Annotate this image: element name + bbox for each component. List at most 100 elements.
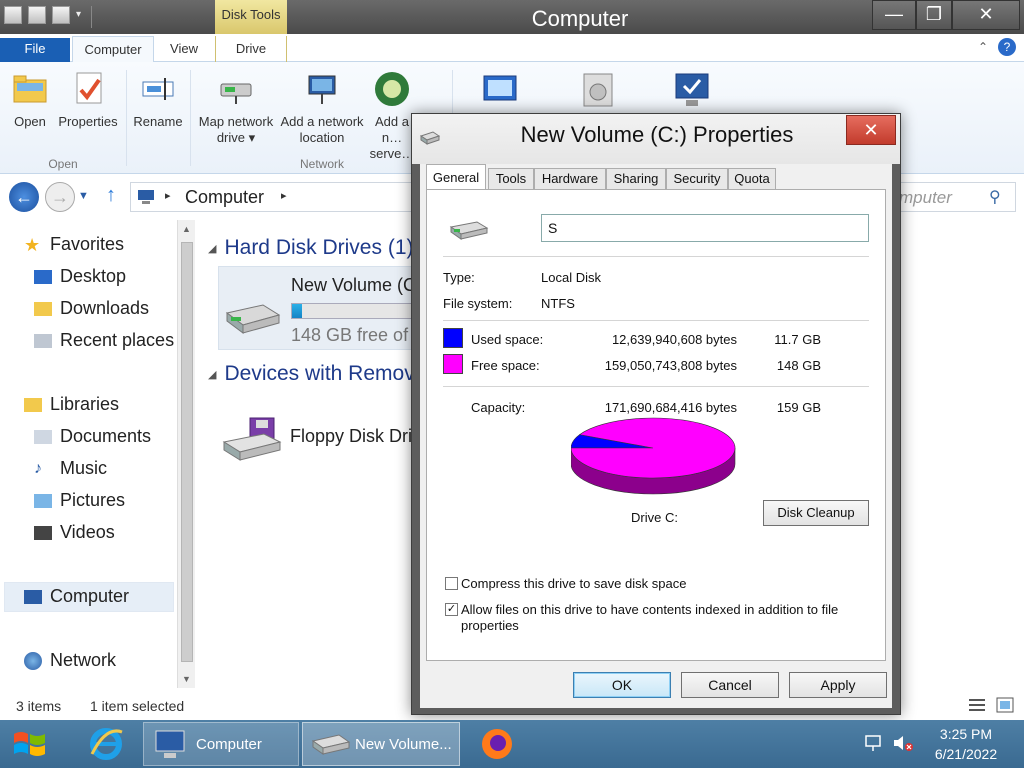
tab-computer[interactable]: Computer (72, 36, 154, 62)
taskbar-firefox[interactable] (475, 722, 519, 766)
collapse-ribbon-icon[interactable]: ⌃ (978, 40, 988, 54)
tab-general[interactable]: General (426, 164, 486, 191)
hard-drive-icon (225, 304, 281, 334)
nav-item-downloads[interactable]: Downloads (34, 298, 149, 319)
nav-videos-label: Videos (60, 522, 115, 542)
nav-downloads-label: Downloads (60, 298, 150, 318)
volume-muted-icon[interactable] (892, 734, 914, 752)
drive-c-tile[interactable]: New Volume (C:) 148 GB free of 159 GB (218, 266, 418, 350)
taskbar: Computer New Volume... 3:25 PM 6/21/2022 (0, 720, 1024, 768)
nav-item-documents[interactable]: Documents (34, 426, 151, 447)
nav-item-libraries[interactable]: Libraries (24, 394, 119, 415)
minimize-button[interactable]: — (872, 0, 916, 30)
taskbar-new-volume[interactable]: New Volume... (302, 722, 460, 766)
taskbar-internet-explorer[interactable] (84, 722, 128, 766)
clock-date[interactable]: 6/21/2022 (924, 746, 1008, 762)
clock-time[interactable]: 3:25 PM (924, 726, 1008, 742)
music-icon: ♪ (34, 459, 42, 477)
nav-item-music[interactable]: ♪ Music (34, 458, 107, 479)
tab-hardware[interactable]: Hardware (534, 168, 606, 190)
tab-view[interactable]: View (156, 36, 212, 62)
compress-drive-checkbox[interactable] (445, 577, 458, 590)
uninstall-program-icon[interactable] (578, 70, 618, 110)
disk-cleanup-button[interactable]: Disk Cleanup (763, 500, 869, 526)
nav-item-recent-places[interactable]: Recent places (34, 330, 174, 351)
computer-icon (155, 730, 185, 758)
breadcrumb-separator[interactable]: ▸ (281, 189, 287, 202)
nav-item-network[interactable]: Network (24, 650, 116, 671)
large-icons-view-icon[interactable] (996, 697, 1014, 713)
system-properties-icon[interactable] (672, 72, 712, 110)
breadcrumb-separator[interactable]: ▸ (165, 189, 171, 202)
add-network-location-button[interactable]: Add a network location (278, 70, 366, 146)
ribbon-divider (126, 70, 127, 166)
nav-item-videos[interactable]: Videos (34, 522, 115, 543)
recent-locations-icon[interactable]: ▼ (78, 190, 89, 202)
collapse-group-icon[interactable]: ◢ (208, 369, 216, 381)
tab-drive[interactable]: Drive (215, 36, 287, 62)
search-icon[interactable]: ⚲ (989, 187, 1001, 207)
tab-security[interactable]: Security (666, 168, 728, 190)
add-network-server-label: Add a n… serve… (369, 114, 415, 161)
section-hard-disk-drives[interactable]: ◢ Hard Disk Drives (1) (208, 236, 414, 260)
network-status-icon[interactable] (864, 734, 882, 752)
used-space-swatch (443, 328, 463, 348)
hard-drive-icon (449, 221, 489, 240)
tab-sharing[interactable]: Sharing (606, 168, 666, 190)
details-view-icon[interactable] (968, 697, 986, 713)
apply-button[interactable]: Apply (789, 672, 887, 698)
used-space-label: Used space: (471, 332, 544, 347)
tab-quota[interactable]: Quota (728, 168, 776, 190)
scroll-down-icon[interactable]: ▼ (182, 674, 191, 684)
ribbon-tab-row: File Computer View Drive ⌃ ? (0, 34, 1024, 62)
control-panel-icon[interactable] (480, 74, 520, 110)
nav-computer-label: Computer (50, 586, 130, 606)
computer-icon (138, 190, 154, 204)
status-selection-count: 1 item selected (90, 698, 185, 714)
properties-label: Properties (58, 114, 118, 129)
taskbar-computer[interactable]: Computer (143, 722, 299, 766)
add-network-server-button[interactable]: Add a n… serve… (368, 70, 416, 162)
index-contents-label[interactable]: Allow files on this drive to have conten… (461, 602, 871, 634)
folder-open-icon (13, 75, 47, 103)
nav-item-desktop[interactable]: Desktop (34, 266, 126, 287)
volume-label-input[interactable] (541, 214, 869, 242)
address-bar[interactable]: ▸ Computer ▸ (130, 182, 420, 212)
index-contents-checkbox[interactable]: ✓ (445, 603, 458, 616)
scrollbar-thumb[interactable] (181, 242, 193, 662)
collapse-group-icon[interactable]: ◢ (208, 243, 216, 255)
cancel-button[interactable]: Cancel (681, 672, 779, 698)
tab-tools[interactable]: Tools (488, 168, 534, 190)
forward-button[interactable]: → (45, 182, 75, 212)
nav-pictures-label: Pictures (60, 490, 126, 510)
nav-item-pictures[interactable]: Pictures (34, 490, 125, 511)
windows-start-icon[interactable] (12, 728, 48, 760)
nav-item-computer[interactable]: Computer (24, 586, 129, 607)
type-label: Type: (443, 270, 475, 285)
rename-icon (142, 78, 174, 100)
help-icon[interactable]: ? (998, 38, 1016, 56)
maximize-button[interactable]: ❐ (916, 0, 952, 30)
rename-button[interactable]: Rename (130, 70, 186, 130)
close-button[interactable]: ✕ (952, 0, 1020, 30)
search-placeholder: mputer (899, 188, 952, 207)
file-system-label: File system: (443, 296, 513, 311)
nav-item-favorites[interactable]: ★ Favorites (24, 234, 124, 255)
scroll-up-icon[interactable]: ▲ (182, 224, 191, 234)
compress-drive-label[interactable]: Compress this drive to save disk space (461, 576, 686, 592)
free-space-label: Free space: (471, 358, 540, 373)
back-button[interactable]: ← (9, 182, 39, 212)
open-button[interactable]: Open (8, 70, 52, 130)
nav-recent-label: Recent places (60, 330, 175, 350)
breadcrumb-computer[interactable]: Computer (185, 187, 264, 208)
tab-file[interactable]: File (0, 38, 70, 62)
map-network-drive-button[interactable]: Map network drive ▾ (196, 70, 276, 146)
ok-button[interactable]: OK (573, 672, 671, 698)
nav-pane-scrollbar[interactable]: ▲ ▼ (177, 220, 195, 688)
hard-drive-icon (311, 734, 351, 755)
dialog-close-button[interactable]: ✕ (846, 115, 896, 145)
floppy-drive-icon[interactable] (220, 416, 282, 464)
taskbar-computer-label: Computer (196, 736, 262, 753)
up-button[interactable]: ↑ (106, 184, 116, 207)
properties-button[interactable]: Properties (56, 70, 120, 130)
